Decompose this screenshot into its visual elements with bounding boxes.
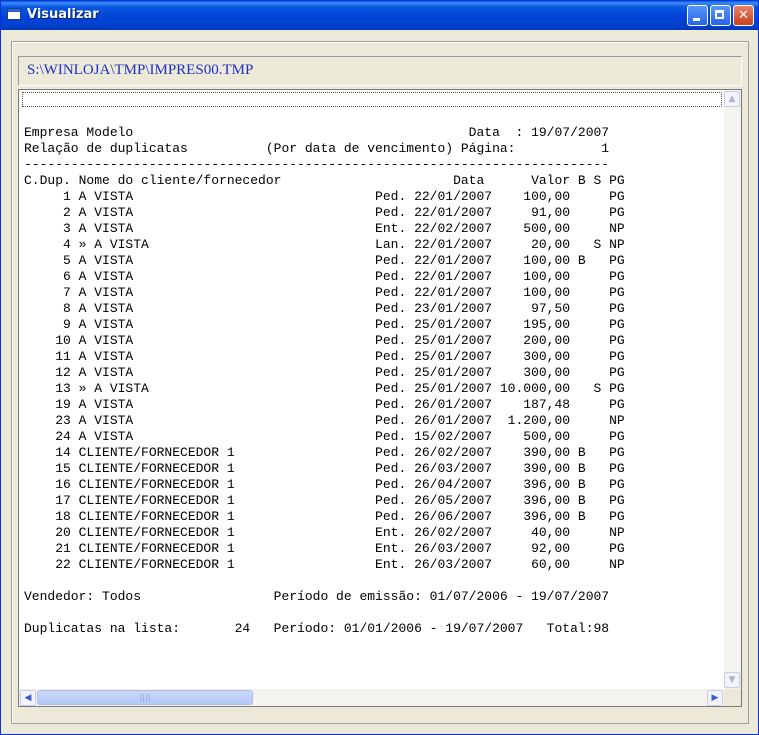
scroll-right-button[interactable]: ▶ bbox=[707, 690, 723, 706]
scroll-left-button[interactable]: ◀ bbox=[20, 690, 36, 706]
maximize-button[interactable] bbox=[710, 5, 731, 26]
scroll-up-button[interactable]: ▲ bbox=[724, 91, 740, 107]
grip-icon: |||| bbox=[139, 693, 151, 702]
chevron-left-icon: ◀ bbox=[24, 693, 32, 703]
horizontal-scroll-thumb[interactable]: |||| bbox=[37, 690, 253, 705]
minimize-button[interactable] bbox=[687, 5, 708, 26]
horizontal-scrollbar[interactable]: ◀ |||| ▶ bbox=[19, 689, 724, 706]
scrollbar-corner bbox=[724, 689, 741, 706]
window-title: Visualizar bbox=[27, 7, 99, 22]
report-text: Empresa Modelo Data : 19/07/2007 Relação… bbox=[24, 125, 625, 636]
chevron-right-icon: ▶ bbox=[711, 693, 719, 703]
file-path-label: S:\WINLOJA\TMP\IMPRES00.TMP bbox=[27, 62, 254, 78]
close-icon: ✕ bbox=[738, 8, 749, 23]
scroll-down-button[interactable]: ▼ bbox=[724, 672, 740, 688]
chevron-up-icon: ▲ bbox=[728, 94, 736, 104]
chevron-down-icon: ▼ bbox=[728, 675, 736, 685]
file-path-panel: S:\WINLOJA\TMP\IMPRES00.TMP bbox=[18, 56, 742, 86]
report-viewer[interactable]: Empresa Modelo Data : 19/07/2007 Relação… bbox=[18, 89, 742, 707]
window-app-icon bbox=[7, 8, 21, 20]
visualizar-window: Visualizar ✕ S:\WINLOJA\TMP\IMPRES00.TMP… bbox=[0, 0, 759, 735]
close-button[interactable]: ✕ bbox=[733, 5, 754, 26]
title-bar[interactable]: Visualizar ✕ bbox=[1, 1, 758, 30]
vertical-scrollbar[interactable]: ▲ ▼ bbox=[724, 90, 741, 689]
minimize-icon bbox=[693, 18, 700, 21]
caret-line bbox=[22, 92, 722, 107]
maximize-icon bbox=[715, 10, 724, 19]
